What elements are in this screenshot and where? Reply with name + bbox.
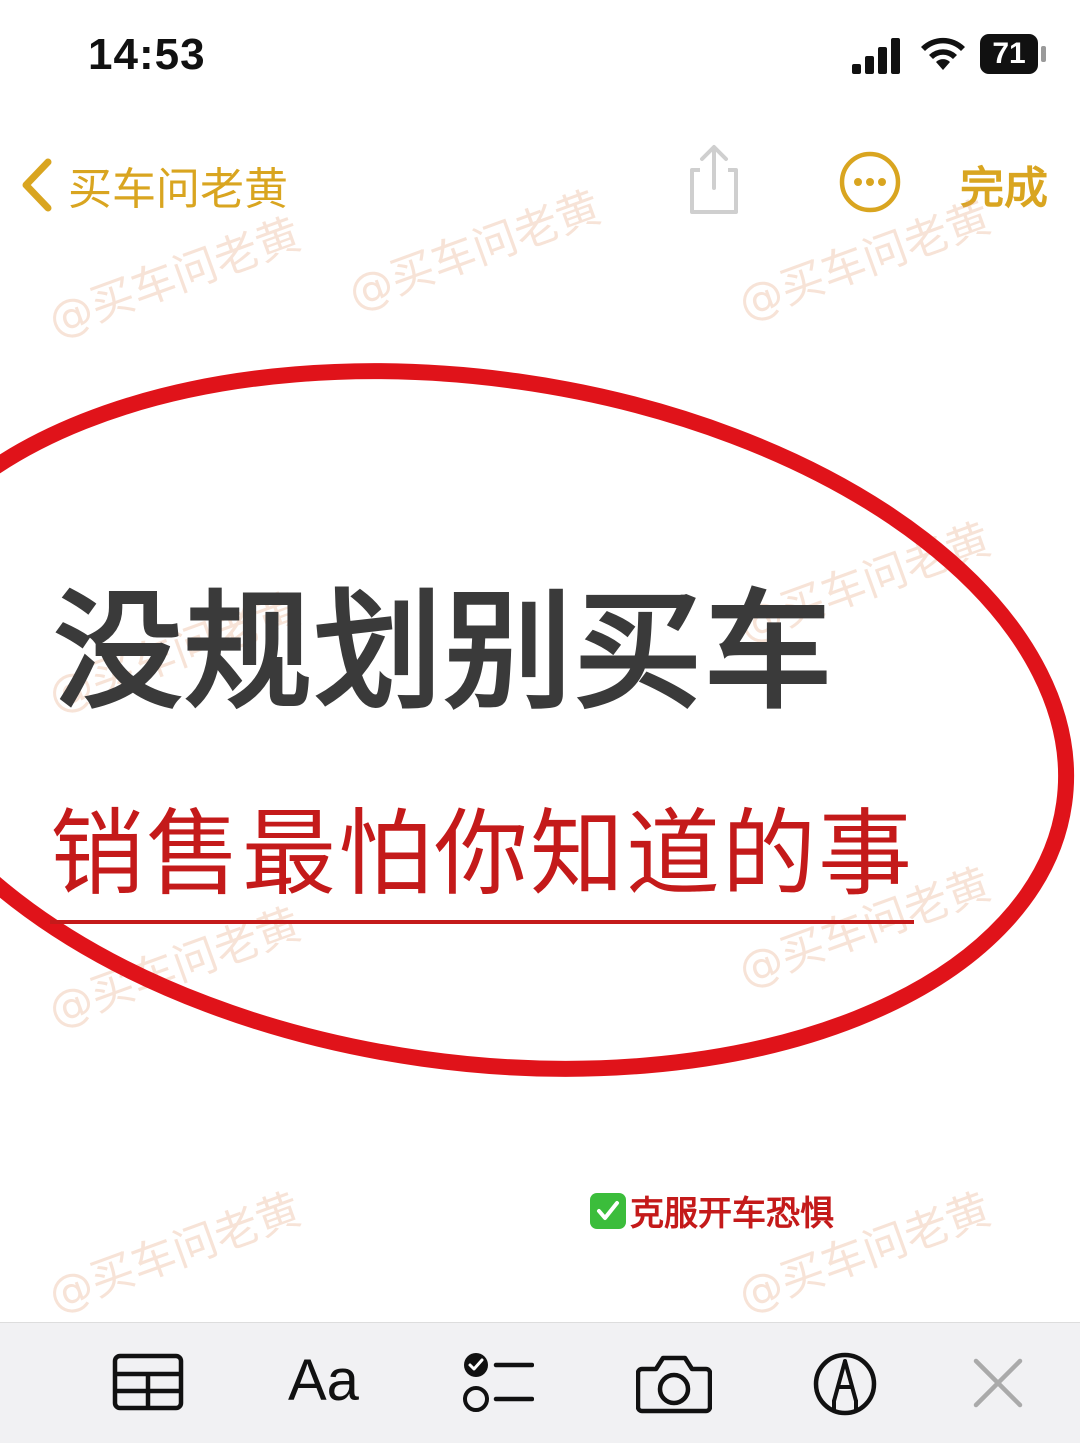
camera-button[interactable]	[635, 1353, 713, 1419]
table-icon	[112, 1353, 184, 1411]
formatting-toolbar: Aa	[0, 1322, 1080, 1443]
chevron-left-icon	[22, 158, 52, 212]
table-button[interactable]	[112, 1353, 184, 1415]
cellular-signal-icon	[852, 38, 900, 74]
battery-indicator: 71	[980, 34, 1050, 74]
close-toolbar-button[interactable]	[972, 1357, 1024, 1413]
note-tag-text: 克服开车恐惧	[630, 1194, 834, 1234]
note-tag-line: 克服开车恐惧	[590, 1186, 834, 1235]
watermark: @买车问老黄	[41, 1183, 308, 1323]
notes-app-screen: 14:53 71 买车问老黄 完成 @买车问老黄 @买车问老黄 @买车问老黄 @…	[0, 0, 1080, 1443]
markup-pen-icon	[813, 1352, 877, 1416]
done-button[interactable]: 完成	[960, 152, 1048, 216]
share-button[interactable]	[684, 142, 744, 220]
text-format-button[interactable]: Aa	[288, 1347, 359, 1414]
watermark: @买车问老黄	[341, 181, 608, 321]
back-button[interactable]: 买车问老黄	[20, 150, 288, 220]
checkmark-box-icon	[590, 1192, 626, 1229]
note-subtitle: 销售最怕你知道的事	[50, 778, 915, 924]
ellipsis-circle-icon	[839, 151, 901, 213]
close-icon	[973, 1358, 1023, 1408]
checklist-icon	[463, 1353, 535, 1412]
battery-level: 71	[992, 37, 1026, 70]
checklist-button[interactable]	[462, 1351, 535, 1419]
status-icons: 71	[852, 34, 1052, 78]
camera-icon	[635, 1355, 713, 1414]
status-time: 14:53	[88, 30, 206, 79]
note-title: 没规划别买车	[54, 578, 835, 727]
share-icon	[690, 145, 738, 214]
wifi-icon	[921, 37, 965, 70]
markup-button[interactable]	[812, 1351, 878, 1421]
watermark: @买车问老黄	[41, 208, 308, 348]
back-button-label: 买车问老黄	[68, 164, 288, 215]
more-button[interactable]	[838, 150, 902, 218]
checkmark-icon	[597, 1200, 619, 1220]
